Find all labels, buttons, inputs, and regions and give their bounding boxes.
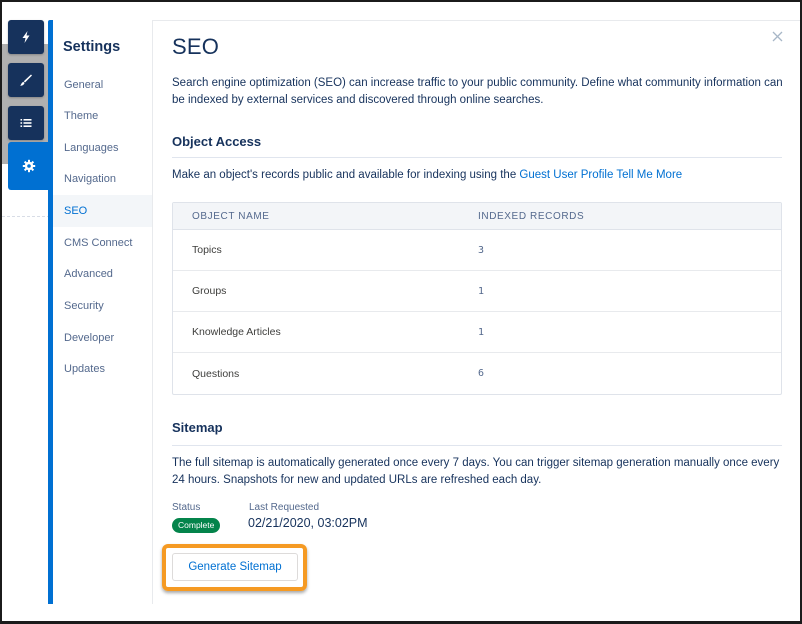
list-icon xyxy=(20,119,32,127)
last-requested-label: Last Requested xyxy=(249,502,320,513)
object-name: Questions xyxy=(192,367,240,380)
nav-title: Settings xyxy=(63,39,121,55)
table-row: Topics 3 xyxy=(173,230,781,271)
object-access-table: OBJECT NAME INDEXED RECORDS Topics 3 Gro… xyxy=(172,202,782,395)
page-title: SEO xyxy=(172,34,220,59)
nav-item-seo[interactable]: SEO xyxy=(53,195,152,227)
nav-item-cms-connect[interactable]: CMS Connect xyxy=(53,227,152,259)
builder-button[interactable] xyxy=(8,20,44,54)
table-row: Groups 1 xyxy=(173,271,781,312)
last-requested-value: 02/21/2020, 03:02PM xyxy=(248,516,368,530)
object-name: Knowledge Articles xyxy=(192,326,281,338)
generate-sitemap-button[interactable]: Generate Sitemap xyxy=(172,553,298,581)
nav-item-general[interactable]: General xyxy=(53,69,152,101)
object-access-description: Make an object's records public and avai… xyxy=(172,167,787,184)
indexed-count: 1 xyxy=(478,285,485,297)
status-label: Status xyxy=(172,502,201,513)
object-name: Topics xyxy=(192,244,222,256)
tell-me-more-link[interactable]: Tell Me More xyxy=(616,169,682,181)
nav-item-advanced[interactable]: Advanced xyxy=(53,258,152,290)
sitemap-heading: Sitemap xyxy=(172,420,223,435)
close-icon[interactable] xyxy=(770,29,786,45)
guest-user-profile-link[interactable]: Guest User Profile xyxy=(519,169,613,181)
object-access-divider xyxy=(172,157,782,158)
paintbrush-icon xyxy=(20,74,32,86)
panel-top-border xyxy=(153,20,800,21)
settings-button[interactable] xyxy=(8,142,50,190)
nav-item-navigation[interactable]: Navigation xyxy=(53,163,152,195)
page-intro: Search engine optimization (SEO) can inc… xyxy=(172,77,783,106)
nav-item-languages[interactable]: Languages xyxy=(53,132,152,164)
column-header-object-name: OBJECT NAME xyxy=(192,210,270,222)
indexed-count: 3 xyxy=(478,244,485,256)
nav-item-developer[interactable]: Developer xyxy=(53,322,152,354)
table-row: Knowledge Articles 1 xyxy=(173,312,781,353)
nav-item-updates[interactable]: Updates xyxy=(53,353,152,385)
strip-divider xyxy=(2,216,50,217)
sitemap-description: The full sitemap is automatically genera… xyxy=(172,457,780,486)
table-header: OBJECT NAME INDEXED RECORDS xyxy=(173,203,781,230)
status-badge: Complete xyxy=(172,518,221,533)
theme-button[interactable] xyxy=(8,63,44,97)
settings-nav: Settings General Theme Languages Navigat… xyxy=(53,20,153,604)
object-access-text: Make an object's records public and avai… xyxy=(172,169,520,181)
table-row: Questions 6 xyxy=(173,353,781,394)
column-header-indexed-records: INDEXED RECORDS xyxy=(478,210,585,222)
object-name: Groups xyxy=(192,285,227,297)
sitemap-divider xyxy=(172,445,782,446)
nav-item-security[interactable]: Security xyxy=(53,290,152,322)
lightning-bolt-icon xyxy=(22,31,30,43)
nav-item-theme[interactable]: Theme xyxy=(53,100,152,132)
indexed-count: 6 xyxy=(478,368,485,379)
object-access-heading: Object Access xyxy=(172,134,262,149)
gear-icon xyxy=(22,159,36,173)
indexed-count: 1 xyxy=(478,326,485,338)
pages-button[interactable] xyxy=(8,106,44,140)
